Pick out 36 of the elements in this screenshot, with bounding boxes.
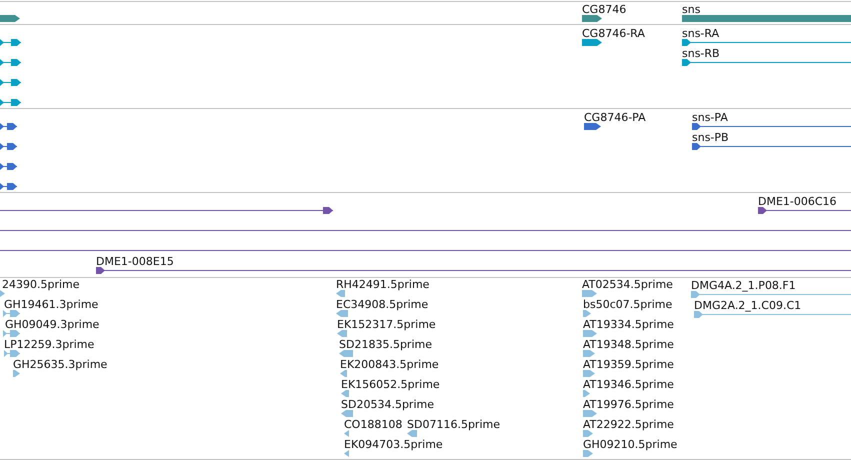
feature-label: 24390.5prime	[2, 278, 80, 291]
feature-label: DMG4A.2_1.P08.F1	[691, 279, 796, 292]
feature-label: AT22922.5prime	[583, 418, 674, 431]
feature-label: SD07116.5prime	[407, 418, 500, 431]
feature-label: SD21835.5prime	[339, 338, 432, 351]
feature-label: AT19359.5prime	[583, 358, 674, 371]
feature-label: GH09049.3prime	[5, 318, 100, 331]
feature-label: LP12259.3prime	[4, 338, 94, 351]
feature-label: GH09210.5prime	[583, 438, 678, 451]
feature-label: DME1-008E15	[96, 255, 174, 268]
feature-label: GH19461.3prime	[4, 298, 98, 311]
feature-label: EC34908.5prime	[336, 298, 428, 311]
feature-label: SD20534.5prime	[341, 398, 434, 411]
feature-label: AT19976.5prime	[583, 398, 674, 411]
feature-label: DME1-006C16	[758, 195, 837, 208]
feature-label: EK152317.5prime	[337, 318, 436, 331]
feature-label: GH25635.3prime	[13, 358, 108, 371]
feature-label: sns	[682, 3, 700, 16]
feature-label: AT19346.5prime	[583, 378, 674, 391]
feature-label: sns-PB	[692, 131, 729, 144]
feature-label: CO188108	[344, 418, 402, 431]
feature-label: AT19348.5prime	[583, 338, 674, 351]
feature-label: CG8746-PA	[584, 111, 646, 124]
feature-label: EK200843.5prime	[340, 358, 439, 371]
feature-label: sns-PA	[692, 111, 728, 124]
feature-label: AT19334.5prime	[583, 318, 674, 331]
feature-label: CG8746-RA	[582, 27, 645, 40]
feature-label: RH42491.5prime	[336, 278, 430, 291]
feature-label: DMG2A.2_1.C09.C1	[694, 299, 802, 312]
feature-label: EK094703.5prime	[344, 438, 443, 451]
feature-label: CG8746	[582, 3, 626, 16]
feature-label: bs50c07.5prime	[583, 298, 672, 311]
feature-label: EK156052.5prime	[341, 378, 440, 391]
feature-label: AT02534.5prime	[582, 278, 673, 291]
feature-label: sns-RA	[682, 27, 720, 40]
feature-label: sns-RB	[682, 47, 720, 60]
